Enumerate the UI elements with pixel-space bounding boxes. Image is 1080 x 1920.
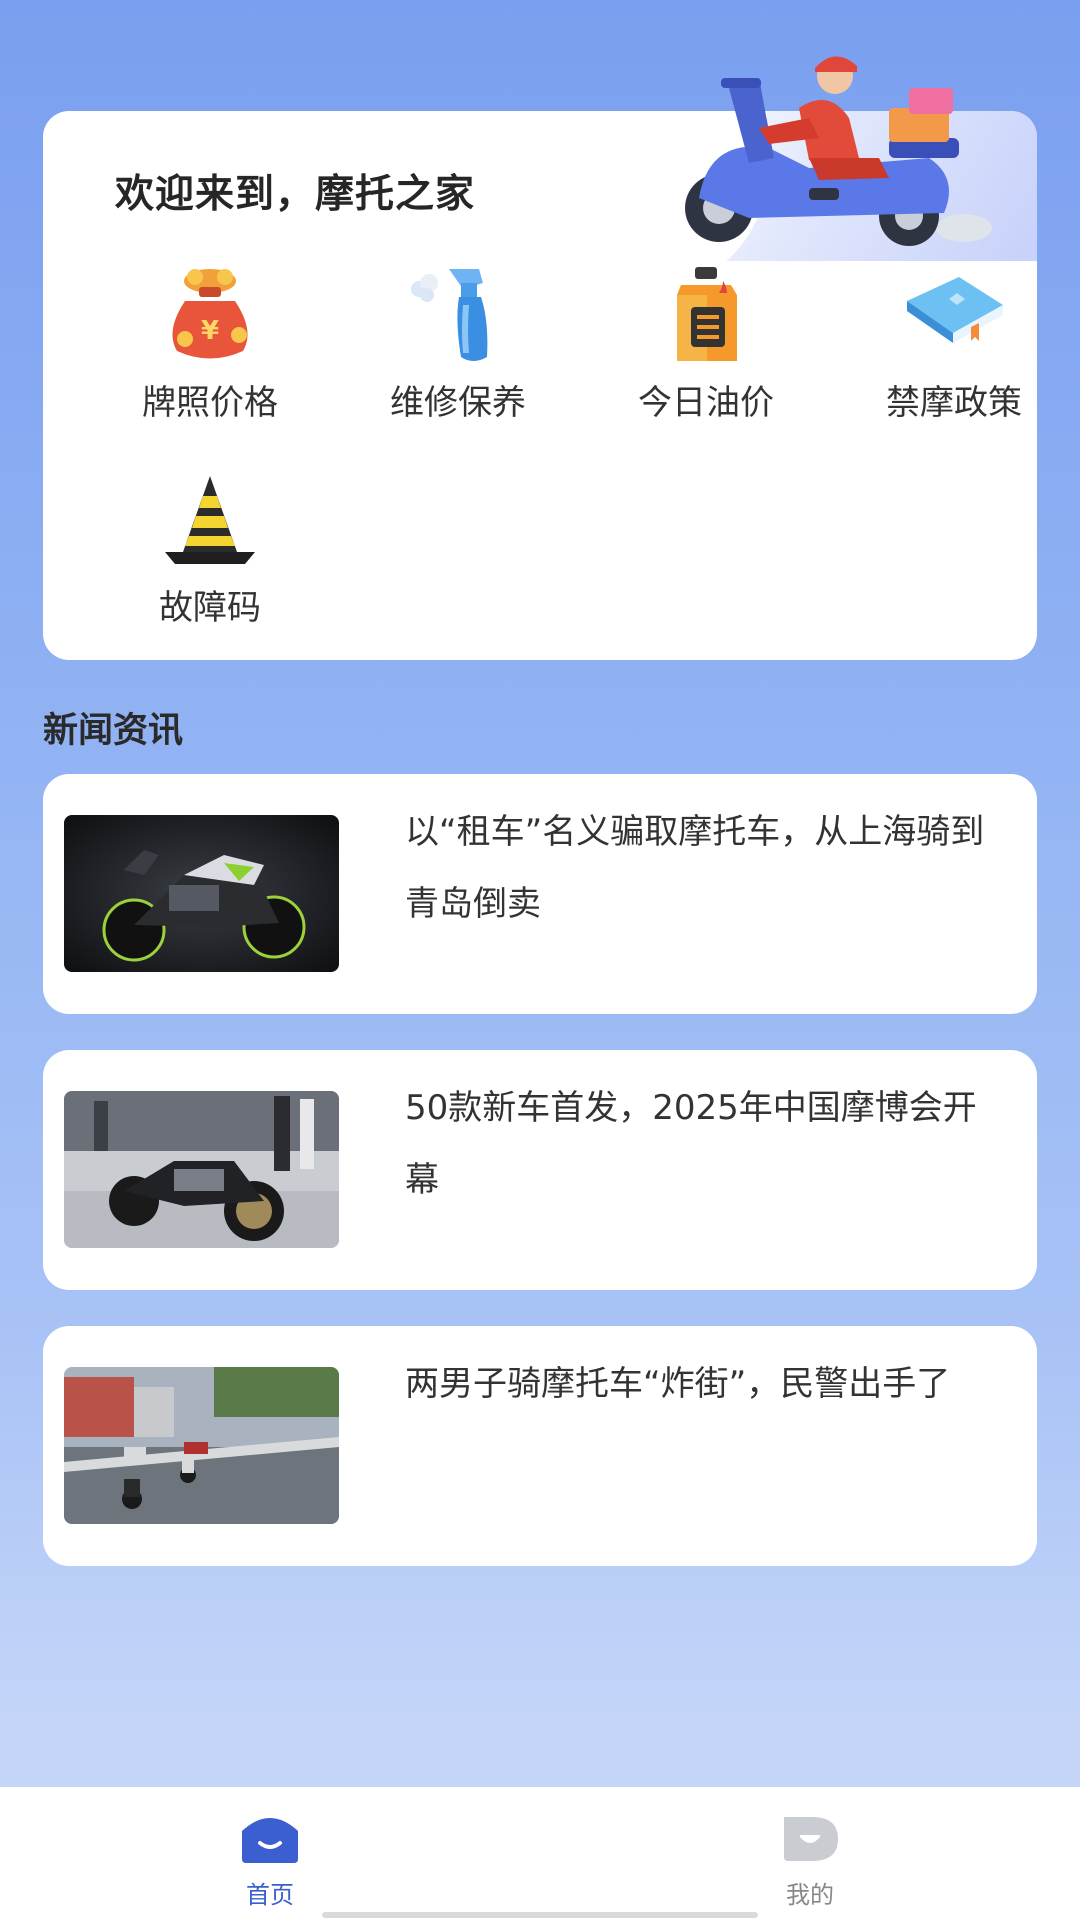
street-motorcycle-photo [64, 1367, 339, 1524]
news-thumbnail [64, 815, 339, 972]
book-icon [907, 277, 1003, 343]
tab-home[interactable]: 首页 [170, 1809, 370, 1910]
feature-license-price[interactable]: ¥ 牌照价格 [86, 261, 334, 424]
expo-motorcycle-photo [64, 1091, 339, 1248]
home-indicator[interactable] [322, 1912, 758, 1918]
welcome-title: 欢迎来到，摩托之家 [115, 172, 476, 217]
traffic-cone-icon [165, 476, 255, 564]
feature-ban-policy[interactable]: 禁摩政策 [830, 261, 1037, 424]
tab-label: 首页 [246, 1881, 294, 1909]
feature-label: 今日油价 [638, 383, 774, 423]
news-thumbnail [64, 1091, 339, 1248]
oil-can-icon [677, 267, 737, 361]
feature-oil-price[interactable]: 今日油价 [582, 261, 830, 424]
news-title: 以“租车”名义骗取摩托车，从上海骑到青岛倒卖 [405, 812, 985, 924]
news-title: 50款新车首发，2025年中国摩博会开幕 [405, 1088, 977, 1200]
feature-label: 维修保养 [390, 383, 526, 423]
news-heading: 新闻资讯 [43, 711, 184, 751]
feature-maintenance[interactable]: 维修保养 [334, 261, 582, 424]
spray-bottle-icon [411, 269, 488, 361]
motorcycle-photo [64, 815, 339, 972]
tab-mine[interactable]: 我的 [710, 1809, 910, 1910]
profile-tab-icon [784, 1817, 838, 1861]
feature-fault-code[interactable]: 故障码 [86, 466, 334, 629]
svg-text:¥: ¥ [201, 316, 219, 346]
feature-label: 禁摩政策 [886, 383, 1022, 423]
tab-label: 我的 [786, 1881, 834, 1909]
news-thumbnail [64, 1367, 339, 1524]
news-card[interactable]: 两男子骑摩托车“炸街”，民警出手了 [43, 1326, 1037, 1566]
bottom-tab-bar: 首页 我的 [0, 1787, 1080, 1920]
feature-label: 故障码 [159, 588, 261, 628]
news-card[interactable]: 以“租车”名义骗取摩托车，从上海骑到青岛倒卖 [43, 774, 1037, 1014]
money-bag-icon: ¥ [172, 269, 248, 359]
scooter-rider-illustration [685, 56, 992, 246]
news-title: 两男子骑摩托车“炸街”，民警出手了 [405, 1364, 951, 1404]
feature-label: 牌照价格 [142, 383, 278, 423]
news-card[interactable]: 50款新车首发，2025年中国摩博会开幕 [43, 1050, 1037, 1290]
home-tab-icon [242, 1818, 298, 1863]
